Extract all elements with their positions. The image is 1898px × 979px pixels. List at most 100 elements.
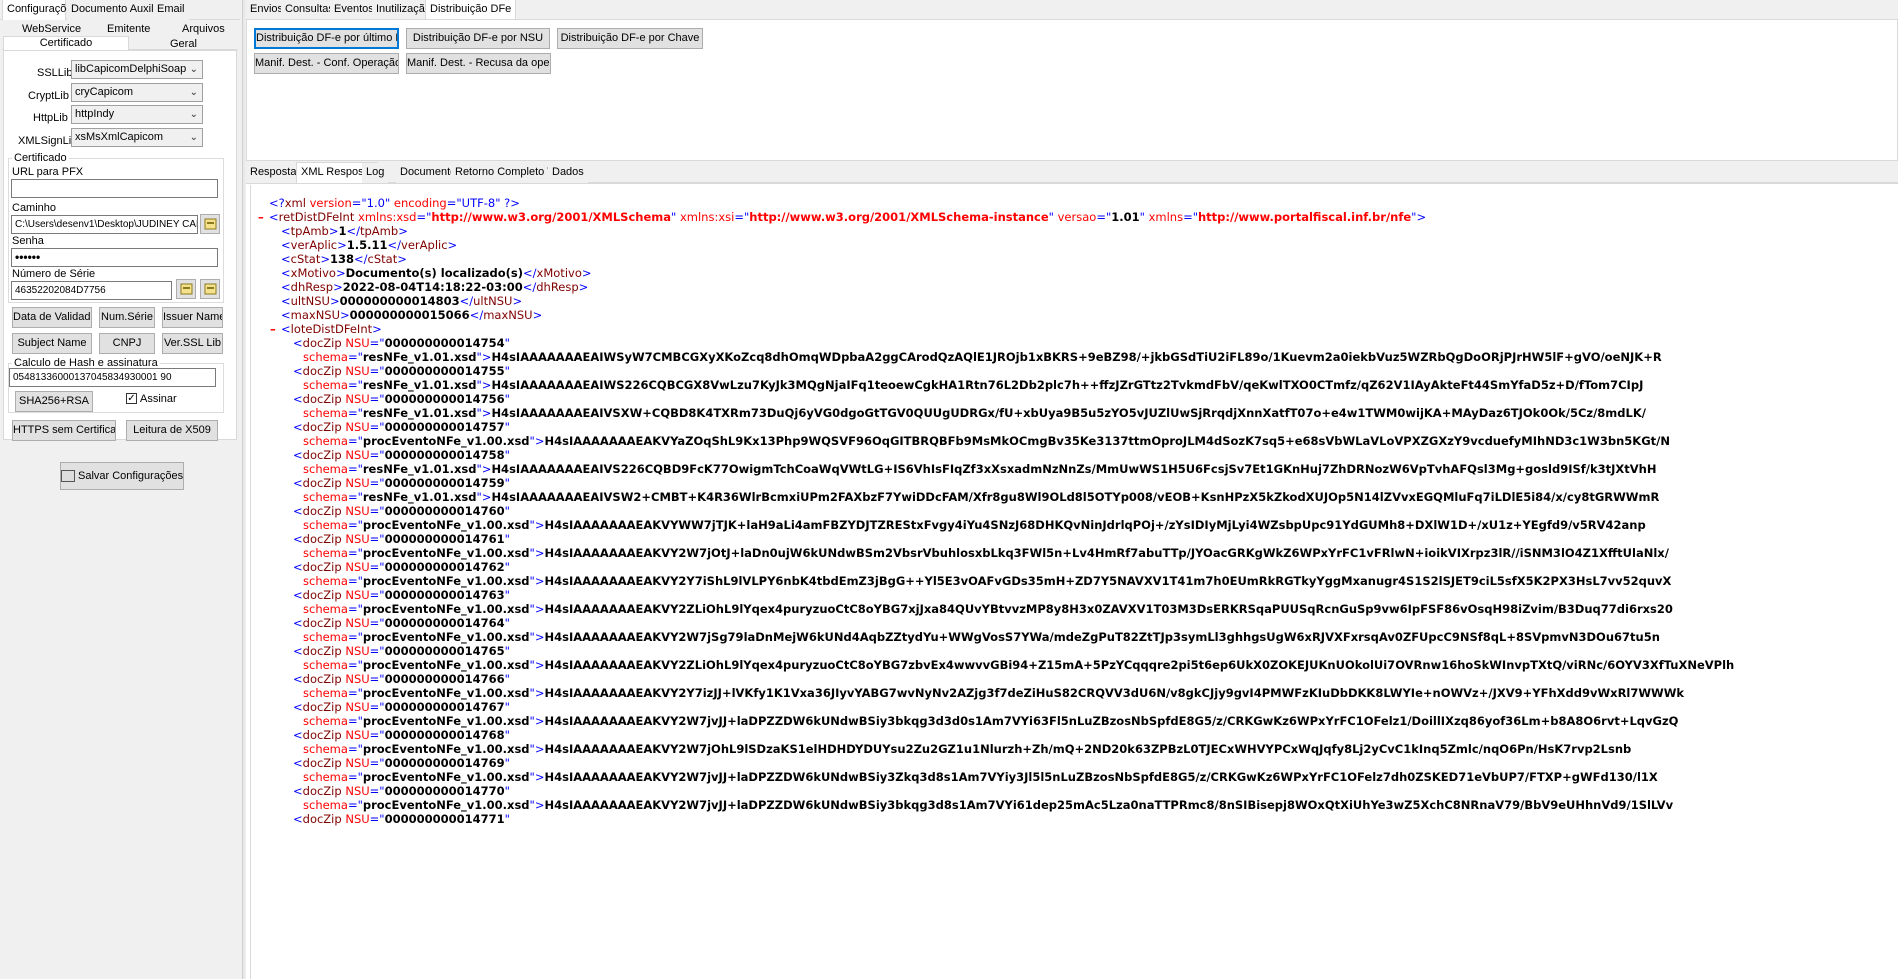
tab-email[interactable]: Email: [153, 0, 189, 20]
xml-tpamb: <tpAmb>1</tpAmb>: [281, 224, 408, 238]
salvar-label: Salvar Configurações: [78, 470, 184, 482]
tab-distribuicao-dfe[interactable]: Distribuição DFe: [425, 0, 517, 20]
distribuicao-ultimo-nsu-button[interactable]: Distribuição DF-e por último NSU: [254, 28, 399, 49]
xml-doczip-open: <docZip NSU="000000000014766": [293, 672, 510, 686]
xmlsignlib-value: xsMsXmlCapicom: [75, 131, 164, 143]
subject-name-button[interactable]: Subject Name: [12, 333, 92, 354]
manif-conf-operacao-button[interactable]: Manif. Dest. - Conf. Operação: [254, 53, 399, 74]
num-serie-button[interactable]: Num.Série: [99, 307, 155, 328]
https-sem-certificado-button[interactable]: HTTPS sem Certificado: [12, 420, 116, 441]
subtab-arquivos[interactable]: Arquivos: [182, 23, 225, 35]
xml-doczip-schema: resNFe_v1.01.xsd: [362, 378, 477, 392]
path-label: Caminho: [12, 202, 57, 214]
xml-dhresp-value: 2022-08-04T14:18:22-03:00: [342, 280, 523, 294]
subtab-certificado[interactable]: Certificado: [3, 36, 129, 51]
xml-doczip-open: <docZip NSU="000000000014762": [293, 560, 510, 574]
tab-dados[interactable]: Dados: [548, 163, 588, 183]
xml-doczip-data: H4sIAAAAAAAEAKVY2Y7izJJ+lVKfy1K1Vxa36JIy…: [544, 686, 1685, 700]
xml-doczip-nsu: 000000000014766: [384, 672, 505, 686]
collapse-icon[interactable]: –: [258, 210, 264, 224]
issuer-name-button[interactable]: Issuer Name: [162, 307, 223, 328]
sha256-rsa-button[interactable]: SHA256+RSA: [15, 391, 93, 412]
distribuicao-nsu-button[interactable]: Distribuição DF-e por NSU: [406, 28, 550, 49]
password-input[interactable]: ••••••: [11, 248, 218, 267]
xml-doczip-schema: resNFe_v1.01.xsd: [362, 350, 477, 364]
chevron-down-icon: ⌄: [189, 87, 198, 98]
distribuicao-chave-button[interactable]: Distribuição DF-e por Chave: [557, 28, 703, 49]
xml-doczip-open: <docZip NSU="000000000014768": [293, 728, 510, 742]
httplib-select[interactable]: httpIndy ⌄: [71, 105, 203, 124]
xml-doczip-content: schema="procEventoNFe_v1.00.xsd">H4sIAAA…: [303, 518, 1646, 532]
chevron-down-icon: ⌄: [189, 109, 198, 120]
xml-doczip-open: <docZip NSU="000000000014769": [293, 756, 510, 770]
path-input[interactable]: C:\Users\desenv1\Desktop\JUDINEY CARVALI: [11, 215, 198, 234]
tab-configuracoes[interactable]: Configurações: [2, 0, 78, 20]
serial-input[interactable]: 46352202084D7756: [11, 281, 172, 300]
xml-doczip-content: schema="resNFe_v1.01.xsd">H4sIAAAAAAAEAI…: [303, 462, 1657, 476]
xml-doczip-nsu: 000000000014757: [384, 420, 505, 434]
manif-recusa-operacao-button[interactable]: Manif. Dest. - Recusa da operação: [406, 53, 551, 74]
xml-doczip-schema: procEventoNFe_v1.00.xsd: [362, 686, 530, 700]
tab-log[interactable]: Log: [362, 163, 389, 183]
xml-doczip-open: <docZip NSU="000000000014761": [293, 532, 510, 546]
xml-doczip-schema: procEventoNFe_v1.00.xsd: [362, 714, 530, 728]
splitter[interactable]: [242, 0, 245, 979]
xml-dhresp: <dhResp>2022-08-04T14:18:22-03:00</dhRes…: [281, 280, 589, 294]
chevron-down-icon: ⌄: [189, 132, 198, 143]
leitura-x509-button[interactable]: Leitura de X509: [126, 420, 218, 441]
xml-doczip-nsu: 000000000014760: [384, 504, 505, 518]
folder-open-icon: [204, 218, 217, 230]
xml-doczip-content: schema="procEventoNFe_v1.00.xsd">H4sIAAA…: [303, 574, 1672, 588]
xml-doczip-content: schema="procEventoNFe_v1.00.xsd">H4sIAAA…: [303, 602, 1673, 616]
subtab-webservice[interactable]: WebService: [22, 23, 81, 35]
certificado-group-title: Certificado: [12, 152, 69, 164]
xml-doczip-nsu: 000000000014770: [384, 784, 505, 798]
cnpj-button[interactable]: CNPJ: [99, 333, 155, 354]
cryptlib-value: cryCapicom: [75, 86, 134, 98]
xml-doczip-nsu: 000000000014771: [384, 812, 505, 826]
xml-doczip-nsu: 000000000014755: [384, 364, 505, 378]
xml-attr-xsd: http://www.w3.org/2001/XMLSchema: [431, 210, 672, 224]
subtab-geral[interactable]: Geral: [170, 38, 197, 50]
xml-doczip-content: schema="procEventoNFe_v1.00.xsd">H4sIAAA…: [303, 798, 1674, 812]
xml-veraplic-value: 1.5.11: [346, 238, 388, 252]
xml-doczip-nsu: 000000000014769: [384, 756, 505, 770]
xml-doczip-nsu: 000000000014763: [384, 588, 505, 602]
xml-decl-encoding: UTF-8: [461, 196, 496, 210]
xml-doczip-content: schema="procEventoNFe_v1.00.xsd">H4sIAAA…: [303, 434, 1670, 448]
xml-declaration: <?xml version="1.0" encoding="UTF-8" ?>: [269, 196, 520, 210]
pfx-url-input[interactable]: [11, 179, 218, 198]
xml-root-tag: retDistDFeInt: [278, 210, 355, 224]
xml-doczip-open: <docZip NSU="000000000014759": [293, 476, 510, 490]
xml-doczip-data: H4sIAAAAAAAEAIWSyW7CMBCGXyXKoZcq8dhOmqWD…: [491, 350, 1662, 364]
xml-doczip-data: H4sIAAAAAAAEAIVS226CQBD9FcK77OwigmTchCoa…: [491, 462, 1657, 476]
xml-doczip-schema: procEventoNFe_v1.00.xsd: [362, 518, 530, 532]
certificate-icon: [204, 283, 217, 295]
salvar-configuracoes-button[interactable]: Salvar Configurações: [60, 462, 184, 490]
xml-doczip-nsu: 000000000014762: [384, 560, 505, 574]
xml-doczip-nsu: 000000000014768: [384, 728, 505, 742]
subtab-emitente[interactable]: Emitente: [107, 23, 150, 35]
ver-ssl-lib-button[interactable]: Ver.SSL Lib: [162, 333, 223, 354]
data-validade-button[interactable]: Data de Validade: [12, 307, 92, 328]
xmlsignlib-select[interactable]: xsMsXmlCapicom ⌄: [71, 128, 203, 147]
ssllib-select[interactable]: libCapicomDelphiSoap ⌄: [71, 60, 203, 79]
select-certificate-button[interactable]: [176, 279, 196, 299]
tab-eventos[interactable]: Eventos: [330, 0, 378, 20]
hash-input[interactable]: 05481336000137045834930001 90: [9, 368, 216, 387]
password-label: Senha: [12, 235, 44, 247]
xml-doczip-data: H4sIAAAAAAAEAIWS226CQBCGX8VwLzu7KyJk3MQg…: [491, 378, 1644, 392]
collapse-icon[interactable]: –: [270, 322, 276, 336]
select-certificate-alt-button[interactable]: [200, 279, 220, 299]
xml-doczip-nsu: 000000000014754: [384, 336, 505, 350]
browse-file-button[interactable]: [200, 214, 220, 234]
xml-doczip-nsu: 000000000014759: [384, 476, 505, 490]
xml-doczip-data: H4sIAAAAAAAEAKVY2Y7iShL9lVLPY6nbK4tbdEmZ…: [544, 574, 1672, 588]
xml-response-viewer[interactable]: <?xml version="1.0" encoding="UTF-8" ?> …: [250, 185, 1898, 979]
xml-doczip-data: H4sIAAAAAAAEAKVYaZOqShL9Kx13Php9WQSVF96O…: [544, 434, 1670, 448]
serial-label: Número de Série: [12, 268, 96, 280]
cryptlib-select[interactable]: cryCapicom ⌄: [71, 83, 203, 102]
xml-veraplic: <verAplic>1.5.11</verAplic>: [281, 238, 458, 252]
assinar-checkbox[interactable]: ✓: [126, 393, 137, 404]
xml-doczip-nsu: 000000000014764: [384, 616, 505, 630]
